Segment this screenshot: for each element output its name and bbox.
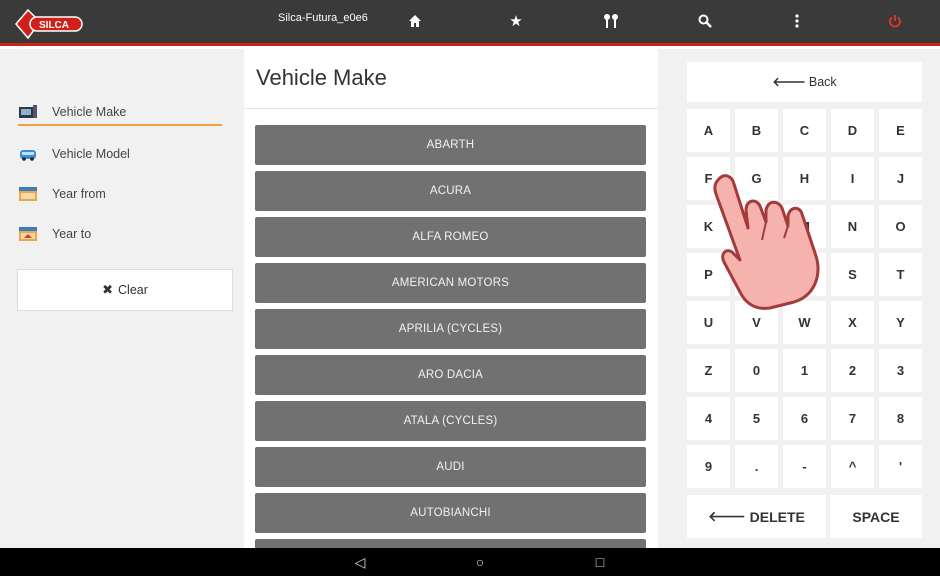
key-13[interactable]: N: [831, 205, 874, 248]
space-key[interactable]: SPACE: [830, 495, 922, 538]
list-item[interactable]: ALFA ROMEO: [255, 217, 646, 257]
svg-text:SILCA: SILCA: [39, 20, 69, 31]
filter-sidebar: Vehicle Make Vehicle Model Year from Yea…: [0, 49, 244, 548]
list-item[interactable]: AMERICAN MOTORS: [255, 263, 646, 303]
nav-recents-icon[interactable]: □: [588, 552, 612, 572]
delete-key[interactable]: 🡐 DELETE: [687, 495, 826, 538]
key-14[interactable]: O: [879, 205, 922, 248]
list-item[interactable]: ABARTH: [255, 125, 646, 165]
device-name: Silca-Futura_e0e6: [278, 12, 368, 24]
key-31[interactable]: 5: [735, 397, 778, 440]
search-icon[interactable]: [694, 10, 716, 32]
key-3[interactable]: D: [831, 109, 874, 152]
nav-back-icon[interactable]: ◁: [348, 552, 372, 572]
page-title: Vehicle Make: [256, 65, 387, 90]
key-26[interactable]: 0: [735, 349, 778, 392]
arrow-left-icon: 🡐: [708, 508, 746, 524]
key-33[interactable]: 7: [831, 397, 874, 440]
alpha-keyboard: 🡐 Back ABCDE FGHIJ KLMNO PQRST UVWXY Z0123 456…: [658, 49, 940, 548]
list-item[interactable]: ARO DACIA: [255, 355, 646, 395]
key-15[interactable]: P: [687, 253, 730, 296]
key-9[interactable]: J: [879, 157, 922, 200]
sidebar-item-year-from[interactable]: Year from: [18, 181, 222, 207]
list-item[interactable]: ACURA: [255, 171, 646, 211]
top-bar: SILCA Silca-Futura_e0e6 ★: [0, 0, 940, 46]
power-icon[interactable]: [884, 10, 906, 32]
key-10[interactable]: K: [687, 205, 730, 248]
key-37[interactable]: -: [783, 445, 826, 488]
list-item[interactable]: [255, 539, 646, 548]
arrow-left-icon: 🡐: [772, 74, 806, 89]
key-23[interactable]: X: [831, 301, 874, 344]
clear-label: Clear: [118, 283, 148, 297]
key-36[interactable]: .: [735, 445, 778, 488]
sidebar-item-vehicle-make[interactable]: Vehicle Make: [18, 100, 222, 126]
clear-button[interactable]: ✖ Clear: [17, 269, 233, 311]
nav-home-icon[interactable]: ○: [468, 552, 492, 572]
key-0[interactable]: A: [687, 109, 730, 152]
sidebar-item-year-to[interactable]: Year to: [18, 221, 222, 247]
list-item[interactable]: ATALA (CYCLES): [255, 401, 646, 441]
list-item[interactable]: APRILIA (CYCLES): [255, 309, 646, 349]
key-32[interactable]: 6: [783, 397, 826, 440]
key-29[interactable]: 3: [879, 349, 922, 392]
key-2[interactable]: C: [783, 109, 826, 152]
close-icon: ✖: [102, 282, 114, 297]
key-5[interactable]: F: [687, 157, 730, 200]
list-item[interactable]: AUTOBIANCHI: [255, 493, 646, 533]
calendar-icon: [18, 226, 38, 242]
key-6[interactable]: G: [735, 157, 778, 200]
key-17[interactable]: R: [783, 253, 826, 296]
calendar-icon: [18, 186, 38, 202]
key-1[interactable]: B: [735, 109, 778, 152]
keys-icon[interactable]: [600, 10, 622, 32]
star-icon[interactable]: ★: [505, 10, 527, 32]
key-12[interactable]: M: [783, 205, 826, 248]
key-22[interactable]: W: [783, 301, 826, 344]
sidebar-item-label: Vehicle Make: [52, 105, 127, 119]
silca-logo: SILCA: [14, 8, 86, 40]
key-35[interactable]: 9: [687, 445, 730, 488]
key-16[interactable]: Q: [735, 253, 778, 296]
key-25[interactable]: Z: [687, 349, 730, 392]
vehicle-make-icon: [18, 104, 38, 120]
key-34[interactable]: 8: [879, 397, 922, 440]
key-39[interactable]: ': [879, 445, 922, 488]
sidebar-item-vehicle-model[interactable]: Vehicle Model: [18, 141, 222, 167]
key-24[interactable]: Y: [879, 301, 922, 344]
key-20[interactable]: U: [687, 301, 730, 344]
sidebar-item-label: Year from: [52, 187, 106, 201]
sidebar-item-label: Vehicle Model: [52, 147, 130, 161]
vehicle-make-panel: Vehicle Make ABARTH ACURA ALFA ROMEO AME…: [244, 49, 658, 548]
more-icon[interactable]: [786, 10, 808, 32]
android-nav-bar: ◁ ○ □: [0, 548, 940, 576]
home-icon[interactable]: [404, 10, 426, 32]
key-21[interactable]: V: [735, 301, 778, 344]
key-27[interactable]: 1: [783, 349, 826, 392]
key-28[interactable]: 2: [831, 349, 874, 392]
list-item[interactable]: AUDI: [255, 447, 646, 487]
key-19[interactable]: T: [879, 253, 922, 296]
delete-label: DELETE: [749, 508, 805, 525]
key-8[interactable]: I: [831, 157, 874, 200]
make-list[interactable]: ABARTH ACURA ALFA ROMEO AMERICAN MOTORS …: [255, 125, 646, 548]
back-label: Back: [808, 75, 837, 89]
back-button[interactable]: 🡐 Back: [687, 62, 922, 102]
key-38[interactable]: ^: [831, 445, 874, 488]
key-4[interactable]: E: [879, 109, 922, 152]
car-icon: [18, 146, 38, 162]
divider: [244, 108, 658, 109]
sidebar-item-label: Year to: [52, 227, 92, 241]
key-7[interactable]: H: [783, 157, 826, 200]
key-18[interactable]: S: [831, 253, 874, 296]
key-30[interactable]: 4: [687, 397, 730, 440]
key-11[interactable]: L: [735, 205, 778, 248]
